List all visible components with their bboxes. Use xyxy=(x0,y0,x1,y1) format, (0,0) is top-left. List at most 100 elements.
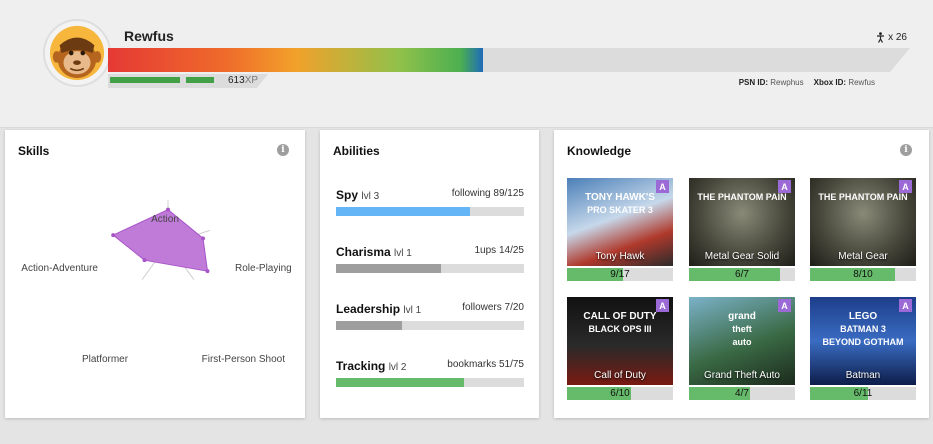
game-name: Tony Hawk xyxy=(595,251,645,262)
game-progress-text: 6/10 xyxy=(610,388,630,399)
ability-progress-fill xyxy=(336,264,442,273)
ability-label: Spy xyxy=(336,188,359,202)
game-progress-text: 6/7 xyxy=(735,269,749,280)
xp-number: 613 xyxy=(228,75,245,86)
game-cover: CALL OF DUTY BLACK OPS III Call of Duty A xyxy=(567,297,673,385)
ability-progress-fill xyxy=(336,207,470,216)
radar-point xyxy=(200,236,205,241)
xbox-label: Xbox ID: xyxy=(813,78,847,87)
avatar[interactable] xyxy=(43,19,111,87)
game-badge: A xyxy=(656,299,669,312)
game-cover-text: CALL OF DUTY xyxy=(583,311,657,322)
game-progress-text: 8/10 xyxy=(853,269,873,280)
game-cover-text: BEYOND GOTHAM xyxy=(822,337,904,347)
radar-axis-label: Platformer xyxy=(82,354,129,365)
xp-bar-fill xyxy=(108,48,483,72)
game-card[interactable]: CALL OF DUTY BLACK OPS III Call of Duty A 6/… xyxy=(567,297,673,402)
ability-level: lvl 3 xyxy=(361,191,380,202)
profile-header: Rewfus 613XP x 26 PSN ID: Rewphus Xbox I… xyxy=(0,0,933,128)
skills-card: Skills i Action Role-Playing First-Person … xyxy=(5,130,305,418)
game-name: Metal Gear Solid xyxy=(704,251,780,262)
xp-value: 613XP xyxy=(228,75,258,86)
game-progress-track: 6/10 xyxy=(567,387,673,400)
game-cover-text: THE PHANTOM PAIN xyxy=(818,192,908,202)
ability-progress-fill xyxy=(336,321,402,330)
ability-stat-value: 14/25 xyxy=(498,245,524,256)
ability-stat-label: bookmarks xyxy=(447,359,497,370)
game-progress-track: 8/10 xyxy=(810,268,916,281)
game-progress-track: 6/7 xyxy=(689,268,795,281)
platform-ids: PSN ID: Rewphus Xbox ID: Rewfus xyxy=(739,78,875,87)
knowledge-title: Knowledge xyxy=(567,144,632,158)
ability-name: Spy lvl 3 xyxy=(336,188,379,202)
game-cover-text: auto xyxy=(732,337,752,347)
game-badge: A xyxy=(778,180,791,193)
ability-stat-value: 89/125 xyxy=(493,188,524,199)
game-progress-text: 4/7 xyxy=(735,388,749,399)
skills-radar-chart: Action Role-Playing First-Person Shoot Plat… xyxy=(21,200,292,365)
xp-bar xyxy=(108,48,910,72)
ability-stat-value: 7/20 xyxy=(504,302,524,313)
ability-level: lvl 2 xyxy=(388,362,407,373)
game-cover-text: TONY HAWK'S xyxy=(585,192,655,203)
game-cover-text: THE PHANTOM PAIN xyxy=(697,192,787,202)
game-cover: LEGO BATMAN 3 BEYOND GOTHAM Batman A xyxy=(810,297,916,385)
ability-label: Tracking xyxy=(336,359,386,373)
psn-label: PSN ID: xyxy=(738,78,769,87)
ability-progress-track xyxy=(336,321,524,330)
game-name: Grand Theft Auto xyxy=(704,370,780,381)
game-card[interactable]: LEGO BATMAN 3 BEYOND GOTHAM Batman A 6/11 xyxy=(810,297,916,402)
game-badge: A xyxy=(899,180,912,193)
ability-name: Charisma lvl 1 xyxy=(336,245,412,259)
game-cover-text: BLACK OPS III xyxy=(588,324,652,334)
radar-point xyxy=(205,269,210,274)
ability-label: Charisma xyxy=(336,245,391,259)
info-icon[interactable]: i xyxy=(900,144,912,156)
game-cover-text: theft xyxy=(732,324,752,334)
game-progress-text: 6/11 xyxy=(853,388,873,399)
ability-stat: bookmarks 51/75 xyxy=(447,359,524,370)
game-cover: THE PHANTOM PAIN Metal Gear Solid A xyxy=(689,178,795,266)
radar-axis-label: Action xyxy=(151,214,179,225)
game-card[interactable]: TONY HAWK'S PRO SKATER 3 Tony Hawk A 9/17 xyxy=(567,178,673,283)
game-name: Call of Duty xyxy=(594,370,646,381)
game-card[interactable]: THE PHANTOM PAIN Metal Gear Solid A 6/7 xyxy=(689,178,795,283)
game-name: Metal Gear xyxy=(838,251,888,262)
ability-stat: followers 7/20 xyxy=(462,302,524,313)
ability-stat: 1ups 14/25 xyxy=(475,245,525,256)
radar-point xyxy=(142,258,147,263)
game-cover-text: PRO SKATER 3 xyxy=(587,205,653,215)
xbox-value: Rewfus xyxy=(848,78,875,87)
ability-progress-track xyxy=(336,264,524,273)
knowledge-card: Knowledge i TONY HAWK'S PRO SKATER 3 Tony … xyxy=(554,130,929,418)
level-count: x 26 xyxy=(888,32,907,43)
ability-name: Leadership lvl 1 xyxy=(336,302,421,316)
game-progress-text: 9/17 xyxy=(610,269,630,280)
sub-progress-bar xyxy=(110,77,180,83)
ability-stat-value: 51/75 xyxy=(498,359,524,370)
game-card[interactable]: grand theft auto Grand Theft Auto A 4/7 xyxy=(689,297,795,402)
person-icon xyxy=(877,32,885,43)
level-indicator: x 26 xyxy=(876,32,907,43)
abilities-card: Abilities Spy lvl 3 following 89/125 Chari… xyxy=(320,130,539,418)
ability-stat-label: 1ups xyxy=(474,245,497,256)
ability-stat: following 89/125 xyxy=(452,188,524,199)
game-cover: THE PHANTOM PAIN Metal Gear A xyxy=(810,178,916,266)
ability-level: lvl 1 xyxy=(394,248,412,259)
ability-label: Leadership xyxy=(336,302,401,316)
radar-axis-label: First-Person Shoot xyxy=(202,354,286,365)
game-progress-track: 9/17 xyxy=(567,268,673,281)
game-badge: A xyxy=(899,299,912,312)
game-name: Batman xyxy=(845,370,881,381)
game-progress-track: 6/11 xyxy=(810,387,916,400)
game-cover: grand theft auto Grand Theft Auto A xyxy=(689,297,795,385)
abilities-title: Abilities xyxy=(333,144,380,158)
username: Rewfus xyxy=(124,28,174,44)
game-cover-text: BATMAN 3 xyxy=(840,324,886,334)
ability-progress-fill xyxy=(336,378,464,387)
game-badge: A xyxy=(778,299,791,312)
ability-name: Tracking lvl 2 xyxy=(336,359,407,373)
game-cover: TONY HAWK'S PRO SKATER 3 Tony Hawk A xyxy=(567,178,673,266)
ability-level: lvl 1 xyxy=(403,305,422,316)
game-card[interactable]: THE PHANTOM PAIN Metal Gear A 8/10 xyxy=(810,178,916,283)
